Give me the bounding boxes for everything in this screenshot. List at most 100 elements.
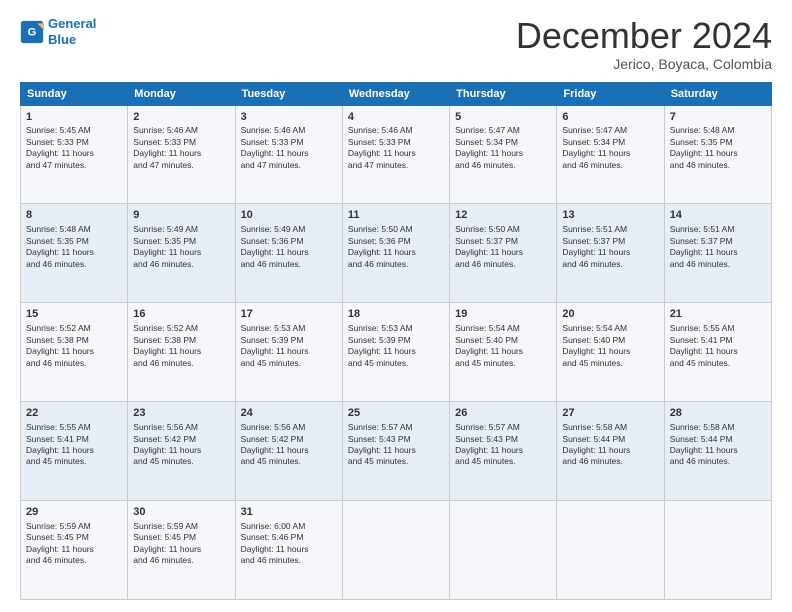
day-number: 21 [670, 307, 766, 322]
day-info: Sunrise: 6:00 AM [241, 521, 337, 532]
day-info: Sunrise: 5:49 AM [241, 224, 337, 235]
day-info: and 46 minutes. [670, 160, 766, 171]
calendar-cell: 24Sunrise: 5:56 AMSunset: 5:42 PMDayligh… [235, 402, 342, 501]
day-info: and 46 minutes. [670, 456, 766, 467]
day-info: Sunset: 5:37 PM [670, 236, 766, 247]
day-info: Daylight: 11 hours [670, 148, 766, 159]
weekday-header-thursday: Thursday [450, 82, 557, 105]
calendar-cell: 10Sunrise: 5:49 AMSunset: 5:36 PMDayligh… [235, 204, 342, 303]
day-info: Sunrise: 5:45 AM [26, 125, 122, 136]
main-title: December 2024 [516, 16, 772, 56]
day-info: Sunrise: 5:53 AM [348, 323, 444, 334]
day-info: Daylight: 11 hours [26, 148, 122, 159]
day-number: 12 [455, 208, 551, 223]
day-info: and 46 minutes. [348, 259, 444, 270]
day-info: Sunrise: 5:54 AM [455, 323, 551, 334]
week-row-1: 1Sunrise: 5:45 AMSunset: 5:33 PMDaylight… [21, 105, 772, 204]
day-info: Sunrise: 5:56 AM [241, 422, 337, 433]
calendar-page: G General Blue December 2024 Jerico, Boy… [0, 0, 792, 612]
day-number: 17 [241, 307, 337, 322]
day-info: Sunrise: 5:58 AM [562, 422, 658, 433]
day-info: Sunset: 5:45 PM [26, 532, 122, 543]
calendar-cell: 11Sunrise: 5:50 AMSunset: 5:36 PMDayligh… [342, 204, 449, 303]
day-info: and 45 minutes. [241, 456, 337, 467]
day-info: and 47 minutes. [348, 160, 444, 171]
day-info: Sunset: 5:33 PM [241, 137, 337, 148]
day-number: 20 [562, 307, 658, 322]
calendar-cell: 27Sunrise: 5:58 AMSunset: 5:44 PMDayligh… [557, 402, 664, 501]
day-info: Sunset: 5:33 PM [348, 137, 444, 148]
day-info: Sunrise: 5:53 AM [241, 323, 337, 334]
day-info: Daylight: 11 hours [241, 148, 337, 159]
week-row-2: 8Sunrise: 5:48 AMSunset: 5:35 PMDaylight… [21, 204, 772, 303]
day-info: Daylight: 11 hours [348, 148, 444, 159]
day-number: 14 [670, 208, 766, 223]
weekday-header-tuesday: Tuesday [235, 82, 342, 105]
calendar-cell: 16Sunrise: 5:52 AMSunset: 5:38 PMDayligh… [128, 303, 235, 402]
day-info: and 46 minutes. [133, 555, 229, 566]
day-number: 24 [241, 406, 337, 421]
day-info: Daylight: 11 hours [455, 346, 551, 357]
weekday-header-friday: Friday [557, 82, 664, 105]
day-info: and 45 minutes. [26, 456, 122, 467]
calendar-cell: 13Sunrise: 5:51 AMSunset: 5:37 PMDayligh… [557, 204, 664, 303]
day-info: Sunrise: 5:54 AM [562, 323, 658, 334]
day-info: and 47 minutes. [26, 160, 122, 171]
day-info: Sunrise: 5:49 AM [133, 224, 229, 235]
day-info: and 47 minutes. [133, 160, 229, 171]
day-info: Daylight: 11 hours [241, 544, 337, 555]
day-info: and 45 minutes. [455, 456, 551, 467]
day-info: and 46 minutes. [562, 160, 658, 171]
day-number: 13 [562, 208, 658, 223]
day-info: Daylight: 11 hours [455, 247, 551, 258]
calendar-cell: 20Sunrise: 5:54 AMSunset: 5:40 PMDayligh… [557, 303, 664, 402]
day-number: 9 [133, 208, 229, 223]
day-info: and 46 minutes. [26, 358, 122, 369]
day-info: Sunset: 5:34 PM [455, 137, 551, 148]
calendar-cell: 5Sunrise: 5:47 AMSunset: 5:34 PMDaylight… [450, 105, 557, 204]
day-info: Sunrise: 5:57 AM [348, 422, 444, 433]
day-info: Sunset: 5:40 PM [455, 335, 551, 346]
day-info: Daylight: 11 hours [133, 346, 229, 357]
day-info: and 46 minutes. [455, 160, 551, 171]
day-number: 6 [562, 110, 658, 125]
calendar-table: SundayMondayTuesdayWednesdayThursdayFrid… [20, 82, 772, 600]
calendar-cell: 14Sunrise: 5:51 AMSunset: 5:37 PMDayligh… [664, 204, 771, 303]
day-info: Sunrise: 5:52 AM [26, 323, 122, 334]
day-info: Sunset: 5:40 PM [562, 335, 658, 346]
day-info: and 45 minutes. [241, 358, 337, 369]
day-info: and 46 minutes. [562, 456, 658, 467]
day-info: and 46 minutes. [26, 259, 122, 270]
calendar-cell: 30Sunrise: 5:59 AMSunset: 5:45 PMDayligh… [128, 501, 235, 600]
subtitle: Jerico, Boyaca, Colombia [516, 56, 772, 72]
calendar-cell: 9Sunrise: 5:49 AMSunset: 5:35 PMDaylight… [128, 204, 235, 303]
day-info: Sunset: 5:39 PM [348, 335, 444, 346]
weekday-header-monday: Monday [128, 82, 235, 105]
calendar-cell: 25Sunrise: 5:57 AMSunset: 5:43 PMDayligh… [342, 402, 449, 501]
day-info: Sunrise: 5:46 AM [133, 125, 229, 136]
day-info: Sunset: 5:38 PM [26, 335, 122, 346]
day-info: Sunset: 5:35 PM [26, 236, 122, 247]
day-info: Sunset: 5:42 PM [241, 434, 337, 445]
day-info: Daylight: 11 hours [26, 445, 122, 456]
day-info: and 46 minutes. [26, 555, 122, 566]
day-info: Daylight: 11 hours [348, 346, 444, 357]
day-info: Daylight: 11 hours [455, 148, 551, 159]
day-info: Daylight: 11 hours [670, 346, 766, 357]
title-block: December 2024 Jerico, Boyaca, Colombia [516, 16, 772, 72]
day-info: Sunset: 5:33 PM [26, 137, 122, 148]
day-number: 31 [241, 505, 337, 520]
day-number: 11 [348, 208, 444, 223]
day-info: Sunset: 5:39 PM [241, 335, 337, 346]
day-info: Sunset: 5:37 PM [562, 236, 658, 247]
day-info: and 45 minutes. [348, 358, 444, 369]
day-number: 22 [26, 406, 122, 421]
day-number: 18 [348, 307, 444, 322]
calendar-cell: 31Sunrise: 6:00 AMSunset: 5:46 PMDayligh… [235, 501, 342, 600]
day-number: 23 [133, 406, 229, 421]
day-info: and 46 minutes. [241, 259, 337, 270]
weekday-header-wednesday: Wednesday [342, 82, 449, 105]
calendar-cell: 7Sunrise: 5:48 AMSunset: 5:35 PMDaylight… [664, 105, 771, 204]
day-info: Sunrise: 5:48 AM [26, 224, 122, 235]
day-number: 25 [348, 406, 444, 421]
